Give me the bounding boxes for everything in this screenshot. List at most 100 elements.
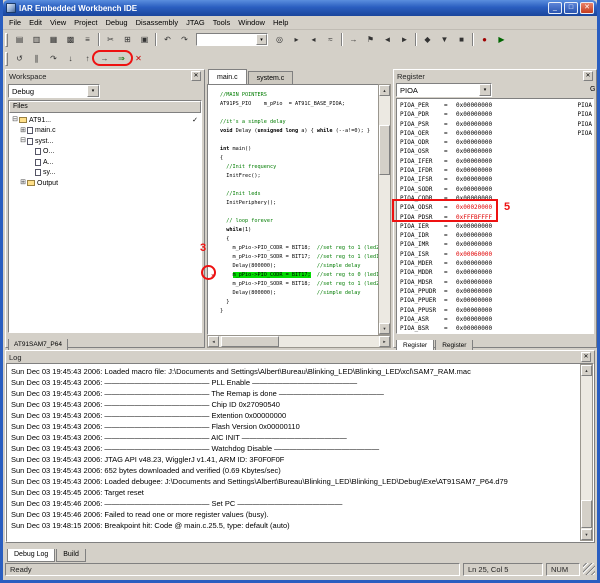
register-row[interactable]: PIOA_OSR=0x00000000 [400, 147, 593, 156]
compile-button[interactable]: ◆ [419, 32, 436, 47]
toggle-bookmark-button[interactable]: ⚑ [362, 32, 379, 47]
save-all-button[interactable]: ▩ [62, 32, 79, 47]
break-button[interactable]: ∥ [28, 51, 45, 66]
resize-grip[interactable] [583, 563, 595, 575]
scrollbar-thumb[interactable] [581, 500, 592, 528]
close-register-icon[interactable]: ✕ [583, 71, 593, 81]
run-to-cursor-button[interactable]: → [96, 51, 113, 66]
scroll-up-icon[interactable]: ▲ [379, 85, 390, 96]
scroll-right-icon[interactable]: ► [379, 336, 390, 347]
toolbar-grip[interactable] [5, 52, 8, 66]
code-area[interactable]: //MAIN POINTERSAT91PS_PIO m_pPio = AT91C… [207, 84, 378, 335]
close-workspace-icon[interactable]: ✕ [191, 71, 201, 81]
cut-button[interactable]: ✂ [102, 32, 119, 47]
menu-disassembly[interactable]: Disassembly [132, 18, 183, 27]
register-row[interactable]: PIOA_SODR=0x00000000 [400, 185, 593, 194]
chevron-down-icon[interactable]: ▾ [256, 34, 267, 45]
title-bar[interactable]: IAR Embedded Workbench IDE _ □ ✕ [3, 0, 597, 16]
paste-button[interactable]: ▣ [136, 32, 153, 47]
menu-help[interactable]: Help [269, 18, 292, 27]
scrollbar-thumb[interactable] [221, 336, 279, 347]
register-row[interactable]: PIOA_IER=0x00000000 [400, 222, 593, 231]
close-log-icon[interactable]: ✕ [581, 352, 591, 362]
redo-button[interactable]: ↷ [176, 32, 193, 47]
menu-debug[interactable]: Debug [102, 18, 132, 27]
toolbar-grip[interactable] [5, 33, 8, 47]
register-row[interactable]: PIOA_PER=0x00000000PIOA [400, 101, 593, 110]
menu-window[interactable]: Window [234, 18, 269, 27]
find-combo[interactable]: ▾ [196, 33, 268, 46]
menu-view[interactable]: View [46, 18, 70, 27]
register-row[interactable]: PIOA_PPUER=0x00000000 [400, 296, 593, 305]
register-row[interactable]: PIOA_IFSR=0x00000000 [400, 175, 593, 184]
register-row[interactable]: PIOA_OER=0x00000000PIOA [400, 129, 593, 138]
stop-build-button[interactable]: ■ [453, 32, 470, 47]
expander-icon[interactable]: ⊟ [11, 116, 19, 124]
undo-button[interactable]: ↶ [159, 32, 176, 47]
maximize-button[interactable]: □ [564, 2, 578, 14]
go-to-line-button[interactable]: → [345, 32, 362, 47]
scroll-down-icon[interactable]: ▼ [581, 529, 592, 540]
make-button[interactable]: ▼ [436, 32, 453, 47]
chevron-down-icon[interactable]: ▾ [479, 84, 491, 96]
register-row[interactable]: PIOA_PPUDR=0x00000000 [400, 287, 593, 296]
step-over-button[interactable]: ↷ [45, 51, 62, 66]
register-row[interactable]: PIOA_MDSR=0x00000000 [400, 278, 593, 287]
register-row[interactable]: PIOA_ODR=0x00000000 [400, 138, 593, 147]
debug-button[interactable]: ▶ [493, 32, 510, 47]
previous-bookmark-button[interactable]: ◄ [379, 32, 396, 47]
tree-item[interactable]: ⊞Output [9, 178, 201, 189]
scroll-left-icon[interactable]: ◄ [208, 336, 219, 347]
register-row[interactable]: PIOA_IFDR=0x00000000 [400, 166, 593, 175]
step-into-button[interactable]: ↓ [62, 51, 79, 66]
reset-button[interactable]: ↺ [11, 51, 28, 66]
editor-horizontal-scrollbar[interactable]: ◄ ► [207, 335, 391, 348]
scroll-down-icon[interactable]: ▼ [379, 323, 390, 334]
tree-item[interactable]: ⊟AT91...✓ [9, 115, 201, 126]
open-file-button[interactable]: ▥ [28, 32, 45, 47]
tree-item[interactable]: ⊟syst... [9, 136, 201, 147]
find-next-button[interactable]: ▸ [288, 32, 305, 47]
log-vertical-scrollbar[interactable]: ▲ ▼ [580, 364, 593, 541]
toggle-breakpoint-button[interactable]: ● [476, 32, 493, 47]
register-row[interactable]: PIOA_ODSR=0x00020000 [400, 203, 593, 212]
register-row[interactable]: PIOA_ISR=0x00060000 [400, 250, 593, 259]
register-row[interactable]: PIOA_MDER=0x00000000 [400, 259, 593, 268]
stop-debugging-button[interactable]: ✕ [130, 51, 147, 66]
save-button[interactable]: ▦ [45, 32, 62, 47]
expander-icon[interactable]: ⊞ [19, 127, 27, 135]
expander-icon[interactable]: ⊟ [19, 137, 27, 145]
tab-system-c[interactable]: system.c [248, 71, 294, 84]
register-row[interactable]: PIOA_MDDR=0x00000000 [400, 268, 593, 277]
log-messages[interactable]: ▲ ▼ Sun Dec 03 19:45:43 2006: Loaded mac… [6, 363, 594, 542]
next-bookmark-button[interactable]: ► [396, 32, 413, 47]
find-previous-button[interactable]: ◂ [305, 32, 322, 47]
tree-item[interactable]: O... [9, 147, 201, 158]
register-row[interactable]: PIOA_BSR=0x00000000 [400, 324, 593, 333]
register-row[interactable]: PIOA_PDSR=0xFFFBFFFF [400, 213, 593, 222]
tree-item[interactable]: sy... [9, 168, 201, 179]
tree-item[interactable]: A... [9, 157, 201, 168]
copy-button[interactable]: ⊞ [119, 32, 136, 47]
replace-button[interactable]: ≈ [322, 32, 339, 47]
go-button[interactable]: ⇒ [113, 51, 130, 66]
expander-icon[interactable]: ⊞ [19, 179, 27, 187]
register-row[interactable]: PIOA_PPUSR=0x00000000 [400, 306, 593, 315]
find-button[interactable]: ◎ [271, 32, 288, 47]
menu-tools[interactable]: Tools [209, 18, 235, 27]
register-row[interactable]: PIOA_IMR=0x00000000 [400, 240, 593, 249]
step-out-button[interactable]: ↑ [79, 51, 96, 66]
chevron-down-icon[interactable]: ▾ [87, 85, 99, 97]
register-row[interactable]: PIOA_IFER=0x00000000 [400, 157, 593, 166]
tab-main-c[interactable]: main.c [208, 69, 247, 84]
minimize-button[interactable]: _ [548, 2, 562, 14]
print-button[interactable]: ≡ [79, 32, 96, 47]
menu-edit[interactable]: Edit [25, 18, 46, 27]
scrollbar-thumb[interactable] [379, 125, 390, 175]
register-row[interactable]: PIOA_PDR=0x00000000PIOA [400, 110, 593, 119]
close-button[interactable]: ✕ [580, 2, 594, 14]
tree-item[interactable]: ⊞main.c [9, 126, 201, 137]
menu-jtag[interactable]: JTAG [182, 18, 209, 27]
menu-project[interactable]: Project [70, 18, 101, 27]
menu-file[interactable]: File [5, 18, 25, 27]
